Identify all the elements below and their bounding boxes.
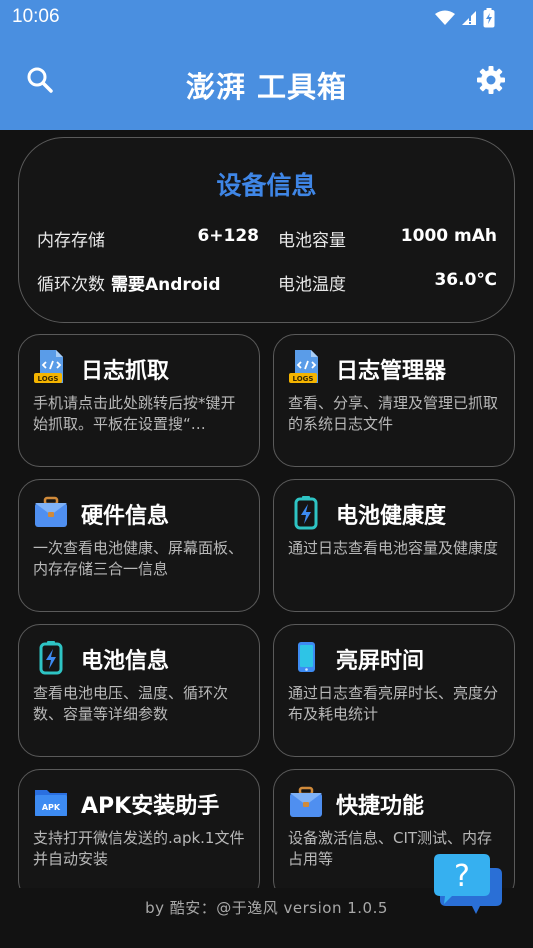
tool-title: 亮屏时间 [336,649,425,674]
apk-folder-icon: APK [35,790,67,816]
settings-button[interactable] [473,62,509,98]
tool-description: 一次查看电池健康、屏幕面板、内存存储三合一信息 [33,539,244,578]
wifi-icon [435,10,455,25]
battery-icon [39,641,63,675]
storage-label: 内存存储 [37,231,105,251]
svg-text:LOGS: LOGS [293,375,314,383]
tool-hardware-info[interactable]: 硬件信息 一次查看电池健康、屏幕面板、内存存储三合一信息 [18,479,260,612]
tool-title: APK安装助手 [81,794,220,819]
tool-battery-health[interactable]: 电池健康度 通过日志查看电池容量及健康度 [273,479,515,612]
battery-charging-icon [483,8,495,28]
logs-file-icon: LOGS [289,350,318,383]
tool-battery-info[interactable]: 电池信息 查看电池电压、温度、循环次数、容量等详细参数 [18,624,260,757]
tool-title: 电池信息 [81,649,170,674]
help-question-icon: ? [434,854,502,914]
toolbox-icon [35,496,67,527]
battery-temp-value: 36.0℃ [434,270,497,290]
phone-icon [298,642,315,672]
cycle-count-label: 循环次数 [37,275,105,295]
battery-capacity-label: 电池容量 [278,231,346,251]
tool-description: 手机请点击此处跳转后按*键开始抓取。平板在设置搜“… [33,394,236,433]
svg-text:?: ? [454,859,470,894]
device-info-card: 设备信息 内存存储 6+128 电池容量 1000 mAh 循环次数 需要And… [18,137,515,323]
tool-screen-time[interactable]: 亮屏时间 通过日志查看亮屏时长、亮度分布及耗电统计 [273,624,515,757]
svg-text:LOGS: LOGS [38,375,59,383]
device-info-title: 设备信息 [216,171,317,200]
svg-text:APK: APK [42,803,61,812]
help-button[interactable]: ? [432,850,506,920]
gear-icon [477,66,505,94]
app-title: 澎湃 工具箱 [185,70,348,104]
battery-capacity-value: 1000 mAh [400,226,497,246]
battery-icon [294,496,318,530]
tool-description: 通过日志查看亮屏时长、亮度分布及耗电统计 [288,684,499,723]
tool-description: 通过日志查看电池容量及健康度 [288,539,499,557]
tool-title: 电池健康度 [336,504,447,529]
tool-log-capture[interactable]: LOGS 日志抓取 手机请点击此处跳转后按*键开始抓取。平板在设置搜“… [18,334,260,467]
toolbox-icon [290,786,322,817]
tool-description: 支持打开微信发送的.apk.1文件并自动安装 [33,829,245,868]
tool-description: 查看电池电压、温度、循环次数、容量等详细参数 [33,684,229,723]
tool-log-manager[interactable]: LOGS 日志管理器 查看、分享、清理及管理已抓取的系统日志文件 [273,334,515,467]
tool-title: 硬件信息 [81,504,170,529]
cycle-count-value: 需要Android [111,275,221,295]
logs-file-icon: LOGS [34,350,63,383]
toolbar: 澎湃 工具箱 [0,48,533,118]
status-bar: 10:06 [0,0,533,36]
battery-temp-label: 电池温度 [278,275,346,295]
tool-title: 日志抓取 [81,359,170,384]
app-bar: 10:06 澎湃 工具箱 [0,0,533,130]
storage-value: 6+128 [197,226,259,246]
status-time: 10:06 [12,6,60,27]
tool-apk-installer[interactable]: APK APK安装助手 支持打开微信发送的.apk.1文件并自动安装 [18,769,260,902]
tool-description: 查看、分享、清理及管理已抓取的系统日志文件 [288,394,499,433]
tool-title: 快捷功能 [336,794,425,819]
cell-signal-icon [462,11,476,25]
status-icons [435,8,495,28]
tool-title: 日志管理器 [336,359,447,384]
